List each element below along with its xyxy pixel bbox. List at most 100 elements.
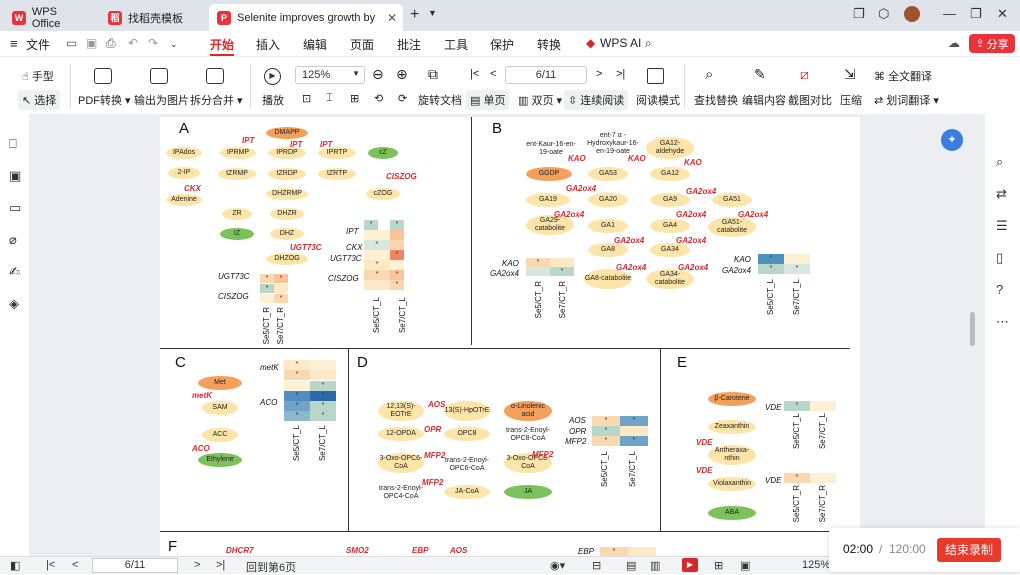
attachment-icon[interactable]: ⌀ [9,232,17,248]
zoom-in-icon[interactable]: ⊕ [396,66,408,83]
node-met: Met [198,376,242,390]
menu-file[interactable]: 文件 [26,36,50,53]
eye-icon[interactable]: ◉▾ [550,559,565,572]
folder-icon[interactable]: ▭ [66,36,77,50]
comment-icon[interactable]: ▭ [9,200,21,216]
menu-tools[interactable]: 工具 [444,36,468,53]
save-icon[interactable]: ▣ [86,36,97,50]
layers-icon[interactable]: ◈ [9,296,19,312]
word-translate-button[interactable]: ⇄ 划词翻译 ▾ [874,92,939,108]
split-merge-icon [206,68,224,84]
tab-wps-office[interactable]: W WPS Office [4,4,96,31]
stop-recording-button[interactable]: 结束录制 [937,538,1001,562]
print-icon[interactable]: ⎙ [106,36,116,51]
first-page-icon[interactable]: |< [470,68,479,80]
sidebar-toggle-icon[interactable]: ◧ [10,559,20,572]
window-layout-icon[interactable]: ❐ [853,6,865,22]
translate-panel-icon[interactable]: ⇄ [996,186,1007,202]
play-status-icon[interactable]: ▶ [682,558,698,572]
pdf-convert-button[interactable]: PDF转换 ▾ [78,92,131,108]
find-replace-button[interactable]: 查找替换 [694,92,738,108]
menu-wps-ai[interactable]: WPS AI [600,36,641,50]
restore-icon[interactable]: ❐ [970,6,982,22]
redo-icon[interactable]: ↷ [148,36,158,50]
actual-size-icon[interactable]: ⊞ [350,92,359,105]
prev-page-status-icon[interactable]: < [72,559,78,571]
menu-edit[interactable]: 编辑 [303,36,327,53]
crop-compare-button[interactable]: 截图对比 [788,92,832,108]
reader-icon[interactable]: ▯ [996,250,1003,266]
scrollbar-thumb[interactable] [970,312,975,346]
more-icon[interactable]: ⌄ [170,39,178,50]
rotate-doc-button[interactable]: 旋转文档 [418,92,462,108]
read-mode-button[interactable]: 阅读模式 [636,92,680,108]
settings-icon[interactable]: ☰ [996,218,1008,234]
page-number-input[interactable]: 6/11 [505,66,587,84]
single-view-icon[interactable]: ▤ [626,559,636,572]
tab-dropdown-icon[interactable]: ▼ [428,8,437,18]
next-page-icon[interactable]: > [596,68,602,80]
help-icon[interactable]: ? [996,282,1003,297]
signature-icon[interactable]: ✍ [9,264,20,280]
single-page-button[interactable]: ▤ 单页 [466,90,510,110]
hm-cell: * [310,401,336,411]
hm-cell [274,284,288,293]
double-view-icon[interactable]: ▥ [650,559,660,572]
hm-a-left-row-2: CISZOG [218,292,249,301]
prev-page-icon[interactable]: < [490,68,496,80]
cloud-upload-icon[interactable]: ☁ [948,36,960,50]
last-page-status-icon[interactable]: >| [216,559,225,571]
new-tab-icon[interactable]: + [410,6,419,24]
last-page-icon[interactable]: >| [616,68,625,80]
rotate-right-icon[interactable]: ⟳ [398,92,407,105]
more-tools-icon[interactable]: ⋯ [996,314,1009,330]
avatar[interactable] [904,6,920,22]
select-tool[interactable]: ↖ 选择 [18,90,61,110]
menu-home[interactable]: 开始 [210,36,235,56]
search-panel-icon[interactable]: ⌕ [996,154,1003,170]
menu-annotate[interactable]: 批注 [397,36,421,53]
hand-tool[interactable]: ☝ 手型 [22,68,54,84]
tab-document[interactable]: P Selenite improves growth by ✕ [209,4,403,31]
undo-icon[interactable]: ↶ [128,36,138,50]
double-page-button[interactable]: ▥ 双页 ▾ [518,92,562,108]
continuous-read-button[interactable]: ⇳ 连续阅读 [564,90,629,110]
fit-width-icon[interactable]: ⌶ [326,92,333,105]
zoom-out-icon[interactable]: ⊖ [372,66,384,83]
export-image-button[interactable]: 输出为图片 [134,92,189,108]
play-button[interactable]: 播放 [262,92,284,108]
next-page-status-icon[interactable]: > [194,559,200,571]
fit-page-icon[interactable]: ⊡ [302,92,311,105]
grid-view-icon[interactable]: ⊞ [714,559,723,572]
ai-assistant-icon[interactable]: ✦ [941,129,963,151]
full-translate-button[interactable]: ⌘ 全文翻译 [874,68,932,84]
compress-button[interactable]: 压缩 [840,92,862,108]
hm-cell: * [592,436,620,446]
tab-templates[interactable]: 稻找稻壳模板 [100,4,206,31]
share-button[interactable]: ⇪ 分享 [969,34,1015,53]
first-page-status-icon[interactable]: |< [46,559,55,571]
search-icon[interactable]: ⌕ [645,36,652,51]
split-merge-button[interactable]: 拆分合并 ▾ [190,92,243,108]
zoom-select[interactable]: 125% ▼ [295,66,365,84]
close-window-icon[interactable]: ✕ [997,6,1008,22]
menu-protect[interactable]: 保护 [490,36,514,53]
view-icon[interactable]: ⊟ [592,559,601,572]
close-tab-icon[interactable]: ✕ [387,11,397,25]
hm-b-left-col-2: Se7/CT_R [558,281,567,319]
note-icon[interactable]: ▣ [740,559,750,572]
bookmark-icon[interactable]: ⎕ [9,136,17,152]
back-to-page-link[interactable]: 回到第6页 [246,559,296,575]
thumbnail-icon[interactable]: ▣ [9,168,21,184]
status-page-input[interactable]: 6/11 [92,558,178,573]
hamburger-icon[interactable]: ≡ [10,36,18,51]
menu-insert[interactable]: 插入 [256,36,280,53]
menu-page[interactable]: 页面 [350,36,374,53]
cube-icon[interactable]: ⬡ [878,6,889,22]
rotate-left-icon[interactable]: ⟲ [374,92,383,105]
menu-convert[interactable]: 转换 [537,36,561,53]
minimize-icon[interactable]: — [943,6,956,21]
edit-content-button[interactable]: 编辑内容 [742,92,786,108]
hm-cell [310,370,336,380]
page-view-icon[interactable]: ⧉ [428,66,438,83]
